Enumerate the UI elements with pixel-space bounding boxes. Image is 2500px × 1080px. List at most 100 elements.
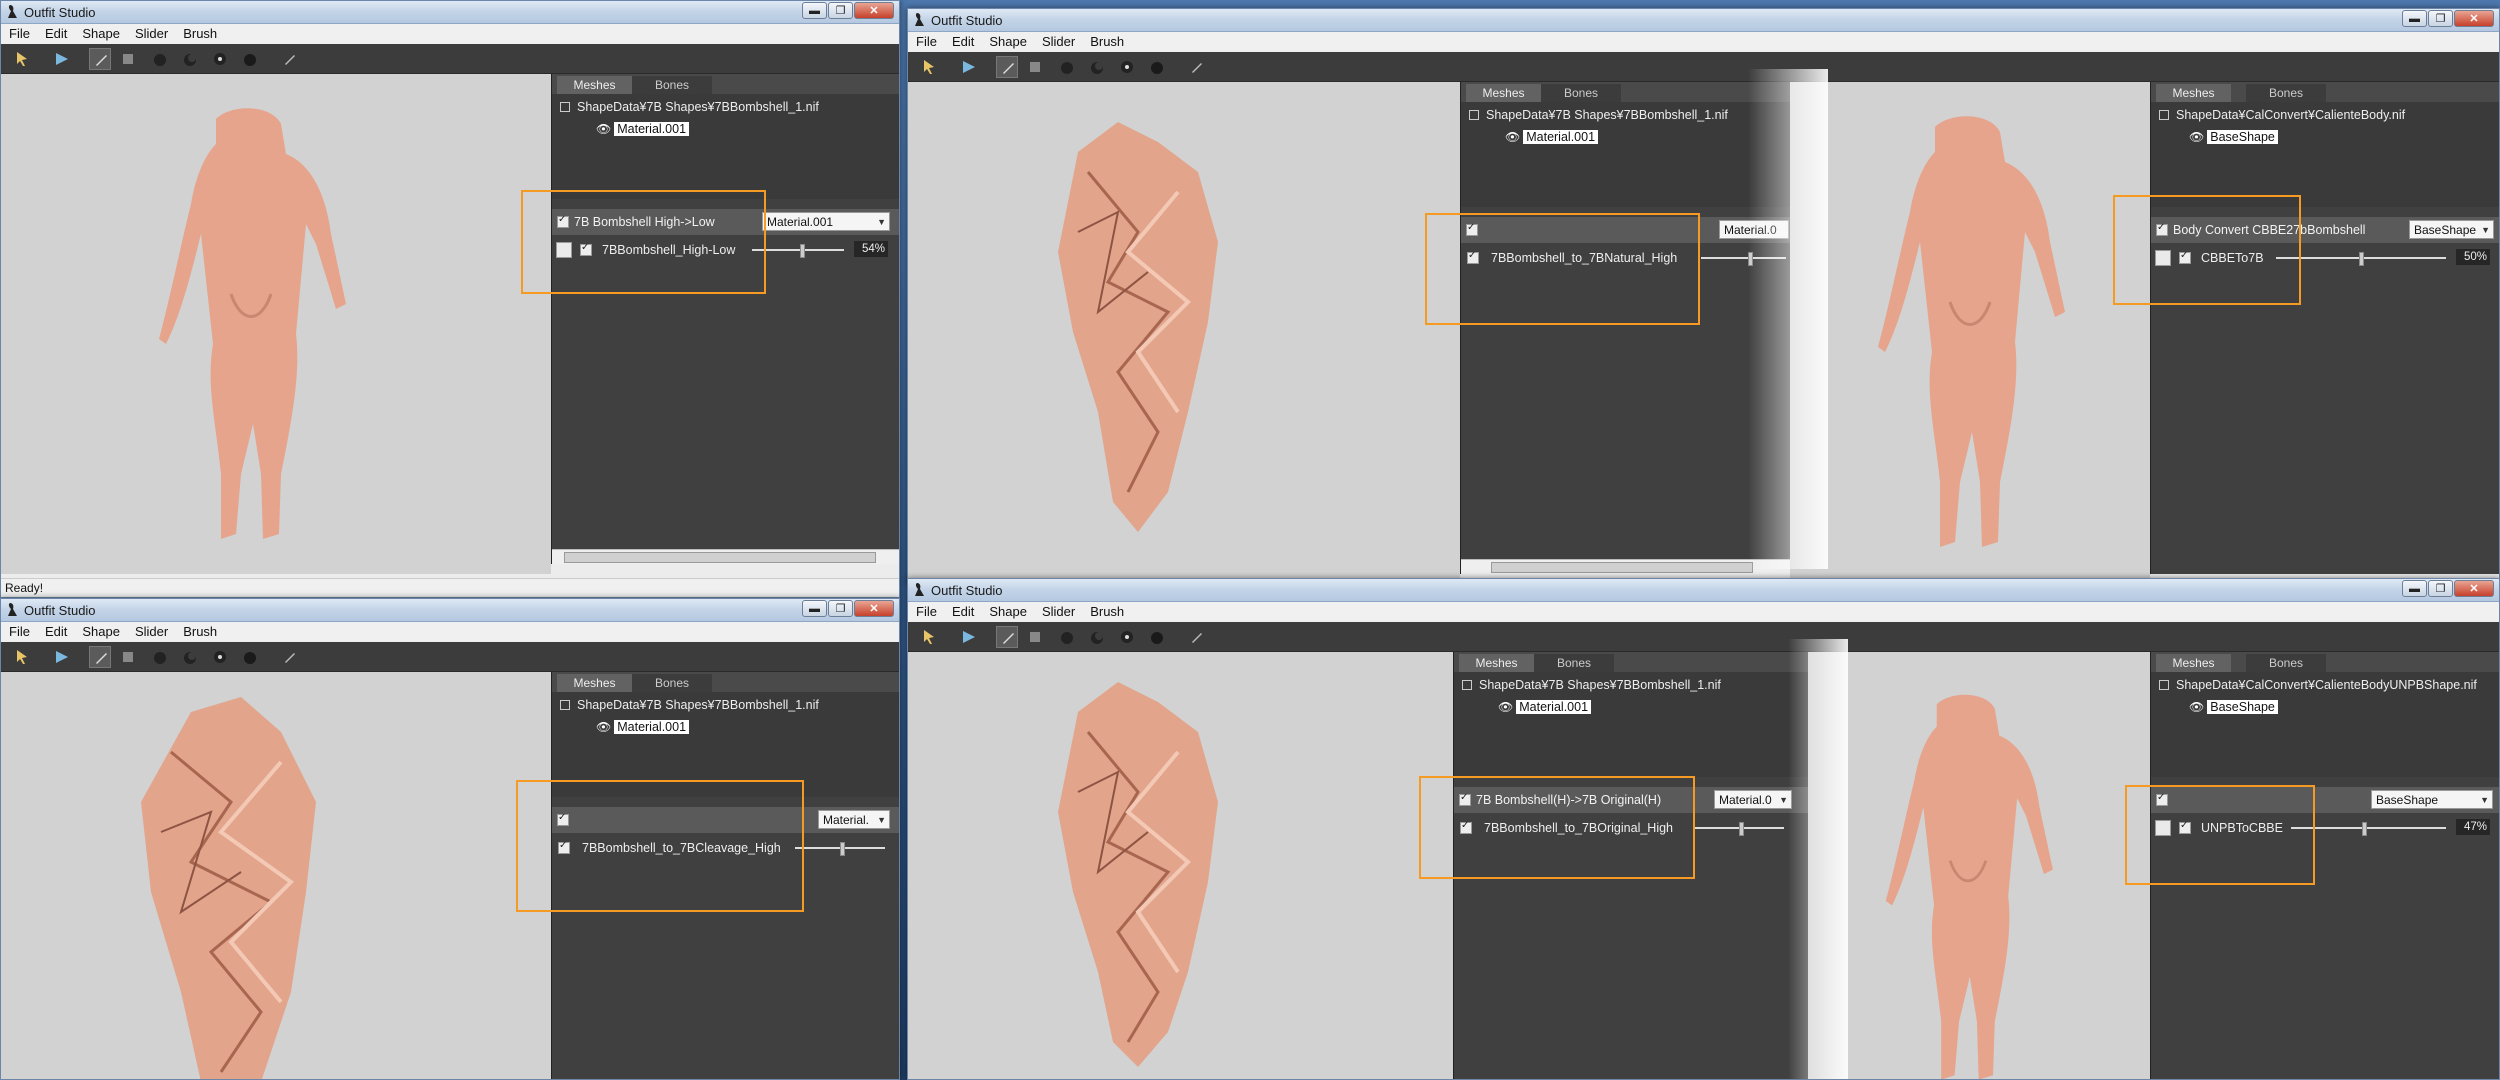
3d-viewport[interactable]: [1, 672, 551, 1079]
transform-tool-button[interactable]: [51, 646, 73, 668]
tab-meshes[interactable]: Meshes: [2156, 84, 2231, 102]
tab-meshes[interactable]: Meshes: [557, 76, 632, 94]
menu-slider[interactable]: Slider: [1034, 32, 1082, 49]
3d-viewport-secondary[interactable]: [1790, 82, 2150, 582]
select-tool-button[interactable]: [918, 56, 940, 78]
menu-file[interactable]: File: [1, 24, 37, 41]
tree-root-item[interactable]: ShapeData¥7B Shapes¥7BBombshell_1.nif: [1462, 678, 1721, 692]
title-bar[interactable]: Outfit Studio ▬ ❐ ✕: [1, 599, 899, 622]
menu-edit[interactable]: Edit: [944, 602, 981, 619]
horizontal-scrollbar[interactable]: [552, 549, 899, 564]
minimize-button[interactable]: ▬: [2402, 10, 2427, 27]
shape-dropdown[interactable]: BaseShape ▼: [2371, 790, 2493, 809]
eye-icon[interactable]: 👁: [2189, 130, 2204, 144]
slider-thumb[interactable]: [1738, 822, 1744, 836]
maximize-button[interactable]: ❐: [2428, 10, 2453, 27]
eye-icon[interactable]: 👁: [1498, 700, 1513, 714]
weight-tool-button[interactable]: [1186, 626, 1208, 648]
3d-viewport-secondary[interactable]: [1808, 652, 2150, 1079]
mask-tool-button[interactable]: [1024, 626, 1046, 648]
menu-file[interactable]: File: [1, 622, 37, 639]
minimize-button[interactable]: ▬: [2402, 580, 2427, 597]
slider-percent[interactable]: 47%: [2456, 819, 2490, 835]
brush-tool-button[interactable]: [89, 48, 111, 70]
mask-tool-button[interactable]: [117, 48, 139, 70]
title-bar[interactable]: Outfit Studio ▬ ❐ ✕: [908, 579, 2499, 602]
transform-tool-button[interactable]: [958, 56, 980, 78]
collapse-icon[interactable]: [560, 699, 570, 710]
slider-track[interactable]: [2276, 252, 2446, 266]
move-tool-button[interactable]: [209, 48, 231, 70]
tree-root-item[interactable]: ShapeData¥7B Shapes¥7BBombshell_1.nif: [1469, 108, 1728, 122]
menu-edit[interactable]: Edit: [944, 32, 981, 49]
menu-slider[interactable]: Slider: [127, 24, 175, 41]
mask-tool-button[interactable]: [1024, 56, 1046, 78]
menu-brush[interactable]: Brush: [1082, 32, 1131, 49]
collapse-icon[interactable]: [2159, 109, 2169, 120]
eye-icon[interactable]: 👁: [596, 122, 611, 136]
menu-slider[interactable]: Slider: [1034, 602, 1082, 619]
tab-meshes[interactable]: Meshes: [1459, 654, 1534, 672]
minimize-button[interactable]: ▬: [802, 600, 827, 617]
menu-brush[interactable]: Brush: [175, 24, 224, 41]
brush-tool-button[interactable]: [89, 646, 111, 668]
material-dropdown[interactable]: Material. ▼: [818, 810, 890, 829]
menu-shape[interactable]: Shape: [74, 622, 127, 639]
slider-thumb[interactable]: [839, 842, 845, 856]
material-dropdown[interactable]: Material.001 ▼: [762, 212, 890, 231]
smooth-tool-button[interactable]: [1146, 626, 1168, 648]
collapse-icon[interactable]: [1469, 109, 1479, 120]
tab-meshes[interactable]: Meshes: [2156, 654, 2231, 672]
maximize-button[interactable]: ❐: [828, 600, 853, 617]
tab-bones[interactable]: Bones: [632, 674, 712, 692]
menu-shape[interactable]: Shape: [74, 24, 127, 41]
weight-tool-button[interactable]: [1186, 56, 1208, 78]
move-tool-button[interactable]: [1116, 56, 1138, 78]
menu-file[interactable]: File: [908, 602, 944, 619]
minimize-button[interactable]: ▬: [802, 2, 827, 19]
slider-percent[interactable]: 50%: [2456, 249, 2490, 265]
menu-edit[interactable]: Edit: [37, 622, 74, 639]
brush-tool-button[interactable]: [996, 626, 1018, 648]
close-button[interactable]: ✕: [854, 600, 894, 617]
select-tool-button[interactable]: [11, 646, 33, 668]
title-bar[interactable]: Outfit Studio ▬ ❐ ✕: [908, 9, 2499, 32]
weight-tool-button[interactable]: [279, 48, 301, 70]
maximize-button[interactable]: ❐: [828, 2, 853, 19]
inflate-tool-button[interactable]: [1056, 626, 1078, 648]
eye-icon[interactable]: 👁: [1505, 130, 1520, 144]
tree-root-item[interactable]: ShapeData¥7B Shapes¥7BBombshell_1.nif: [560, 100, 819, 114]
tree-root-item[interactable]: ShapeData¥7B Shapes¥7BBombshell_1.nif: [560, 698, 819, 712]
material-dropdown[interactable]: Material.0 ▼: [1714, 790, 1792, 809]
collapse-icon[interactable]: [1462, 679, 1472, 690]
scroll-thumb[interactable]: [564, 552, 876, 563]
tab-bones[interactable]: Bones: [632, 76, 712, 94]
menu-slider[interactable]: Slider: [127, 622, 175, 639]
tab-bones[interactable]: Bones: [1541, 84, 1621, 102]
select-tool-button[interactable]: [11, 48, 33, 70]
tree-root-item[interactable]: ShapeData¥CalConvert¥CalienteBodyUNPBSha…: [2159, 678, 2477, 692]
inflate-tool-button[interactable]: [149, 646, 171, 668]
shape-dropdown[interactable]: BaseShape ▼: [2409, 220, 2494, 239]
deflate-tool-button[interactable]: [179, 646, 201, 668]
close-button[interactable]: ✕: [2454, 580, 2494, 597]
tree-child-item[interactable]: 👁 Material.001: [596, 720, 690, 734]
collapse-icon[interactable]: [560, 101, 570, 112]
mask-tool-button[interactable]: [117, 646, 139, 668]
menu-brush[interactable]: Brush: [1082, 602, 1131, 619]
close-button[interactable]: ✕: [854, 2, 894, 19]
eye-icon[interactable]: 👁: [2189, 700, 2204, 714]
brush-tool-button[interactable]: [996, 56, 1018, 78]
tree-child-item[interactable]: 👁 Material.001: [1505, 130, 1599, 144]
tree-root-item[interactable]: ShapeData¥CalConvert¥CalienteBody.nif: [2159, 108, 2405, 122]
horizontal-scrollbar[interactable]: [1461, 559, 1791, 574]
deflate-tool-button[interactable]: [1086, 626, 1108, 648]
smooth-tool-button[interactable]: [239, 646, 261, 668]
deflate-tool-button[interactable]: [179, 48, 201, 70]
tree-child-item[interactable]: 👁 BaseShape: [2189, 700, 2278, 714]
slider-thumb[interactable]: [2359, 252, 2364, 266]
deflate-tool-button[interactable]: [1086, 56, 1108, 78]
close-button[interactable]: ✕: [2454, 10, 2494, 27]
inflate-tool-button[interactable]: [149, 48, 171, 70]
menu-shape[interactable]: Shape: [981, 32, 1034, 49]
